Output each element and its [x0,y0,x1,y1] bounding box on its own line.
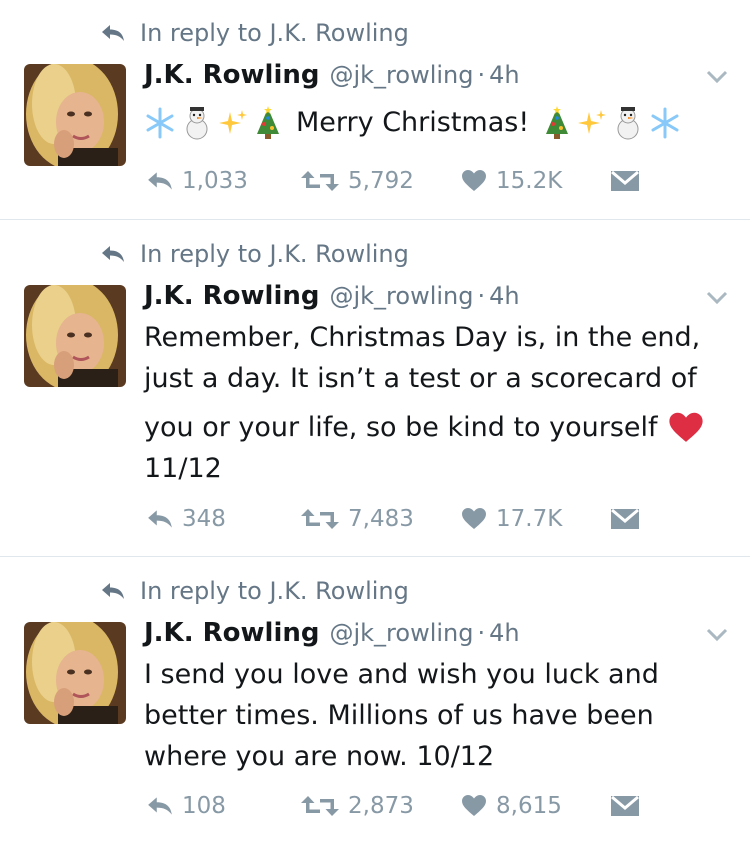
tweet-text-label: Merry Christmas! [296,107,530,138]
reply-icon [146,508,174,530]
tweet-text: I send you love and wish you luck and be… [144,654,734,777]
tweet-header: J.K. Rowling @jk_rowling · 4h [144,618,520,648]
separator-dot: · [477,61,486,89]
retweet-count: 5,792 [348,168,414,194]
reply-context[interactable]: In reply to J.K. Rowling [100,240,409,268]
separator-dot: · [477,282,486,310]
like-count: 8,615 [496,793,562,819]
reply-count: 348 [182,506,226,532]
heart-icon [460,169,488,193]
action-bar: 348 7,483 17.7K [146,506,648,532]
action-bar: 1,033 5,792 15.2K [146,168,648,194]
avatar-image [24,64,126,166]
reply-count: 1,033 [182,168,248,194]
chevron-down-icon[interactable] [706,291,728,305]
direct-message-button[interactable] [610,169,648,193]
envelope-icon [611,170,639,191]
reply-context-label: In reply to J.K. Rowling [140,240,409,268]
christmas-tree-icon [257,105,279,139]
snowman-icon [617,106,639,139]
sparkles-icon [219,109,247,134]
reply-arrow-icon [100,581,126,601]
sparkles-icon [578,109,607,134]
tweet-text-line: where you are now. 10/12 [144,741,495,772]
snowflake-icon [146,107,174,138]
tweet-text-line: you or your life, so be kind to yourself [144,412,658,443]
tweet-text-line: better times. Millions of us have been [144,700,654,731]
reply-context-label: In reply to J.K. Rowling [140,19,409,47]
timestamp[interactable]: 4h [489,282,519,310]
direct-message-button[interactable] [610,507,648,531]
reply-button[interactable]: 108 [146,793,300,819]
author-name[interactable]: J.K. Rowling [144,618,319,648]
avatar[interactable] [24,622,126,724]
avatar[interactable] [24,285,126,387]
tweet-header: J.K. Rowling @jk_rowling · 4h [144,60,520,90]
author-handle[interactable]: @jk_rowling [329,282,473,310]
chevron-down-icon[interactable] [706,70,728,84]
reply-arrow-icon [100,23,126,43]
red-heart-icon [668,412,703,442]
like-count: 17.7K [496,506,563,532]
tweet-text-line-row: you or your life, so be kind to yourself [144,407,734,448]
timestamp[interactable]: 4h [489,619,519,647]
direct-message-button[interactable] [610,794,648,818]
reply-context-label: In reply to J.K. Rowling [140,577,409,605]
author-handle[interactable]: @jk_rowling [329,61,473,89]
tweet-3[interactable]: In reply to J.K. Rowling J.K. Rowling @j… [0,557,750,842]
retweet-count: 2,873 [348,793,414,819]
reply-context[interactable]: In reply to J.K. Rowling [100,577,409,605]
envelope-icon [611,508,639,529]
tweet-text: Merry Christmas! [144,102,734,143]
like-count: 15.2K [496,168,563,194]
avatar-image [24,285,126,387]
reply-icon [146,170,174,192]
tweet-1[interactable]: In reply to J.K. Rowling J.K. Rowling @j… [0,0,750,220]
separator-dot: · [477,619,486,647]
timestamp[interactable]: 4h [489,61,519,89]
heart-icon [460,507,488,531]
author-name[interactable]: J.K. Rowling [144,281,319,311]
tweet-text-line: I send you love and wish you luck and [144,659,659,690]
author-handle[interactable]: @jk_rowling [329,619,473,647]
christmas-tree-icon [546,105,569,139]
tweet-text-line: 11/12 [144,453,222,484]
reply-button[interactable]: 1,033 [146,168,300,194]
tweet-text-line: Remember, Christmas Day is, in the end, [144,322,701,353]
retweet-button[interactable]: 2,873 [300,793,460,819]
reply-context[interactable]: In reply to J.K. Rowling [100,19,409,47]
heart-icon [460,794,488,818]
snowman-icon [186,106,208,139]
retweet-icon [300,794,340,818]
like-button[interactable]: 17.7K [460,506,610,532]
like-button[interactable]: 8,615 [460,793,610,819]
snowflake-icon [651,107,679,138]
reply-count: 108 [182,793,226,819]
tweet-header: J.K. Rowling @jk_rowling · 4h [144,281,520,311]
tweet-text: Remember, Christmas Day is, in the end, … [144,317,734,489]
action-bar: 108 2,873 8,615 [146,793,648,819]
retweet-count: 7,483 [348,506,414,532]
like-button[interactable]: 15.2K [460,168,610,194]
tweet-text-line: just a day. It isn’t a test or a scoreca… [144,363,697,394]
chevron-down-icon[interactable] [706,628,728,642]
tweet-2[interactable]: In reply to J.K. Rowling J.K. Rowling @j… [0,220,750,557]
reply-icon [146,795,174,817]
retweet-button[interactable]: 5,792 [300,168,460,194]
author-name[interactable]: J.K. Rowling [144,60,319,90]
retweet-icon [300,507,340,531]
envelope-icon [611,795,639,816]
avatar-image [24,622,126,724]
retweet-button[interactable]: 7,483 [300,506,460,532]
reply-arrow-icon [100,244,126,264]
reply-button[interactable]: 348 [146,506,300,532]
avatar[interactable] [24,64,126,166]
retweet-icon [300,169,340,193]
